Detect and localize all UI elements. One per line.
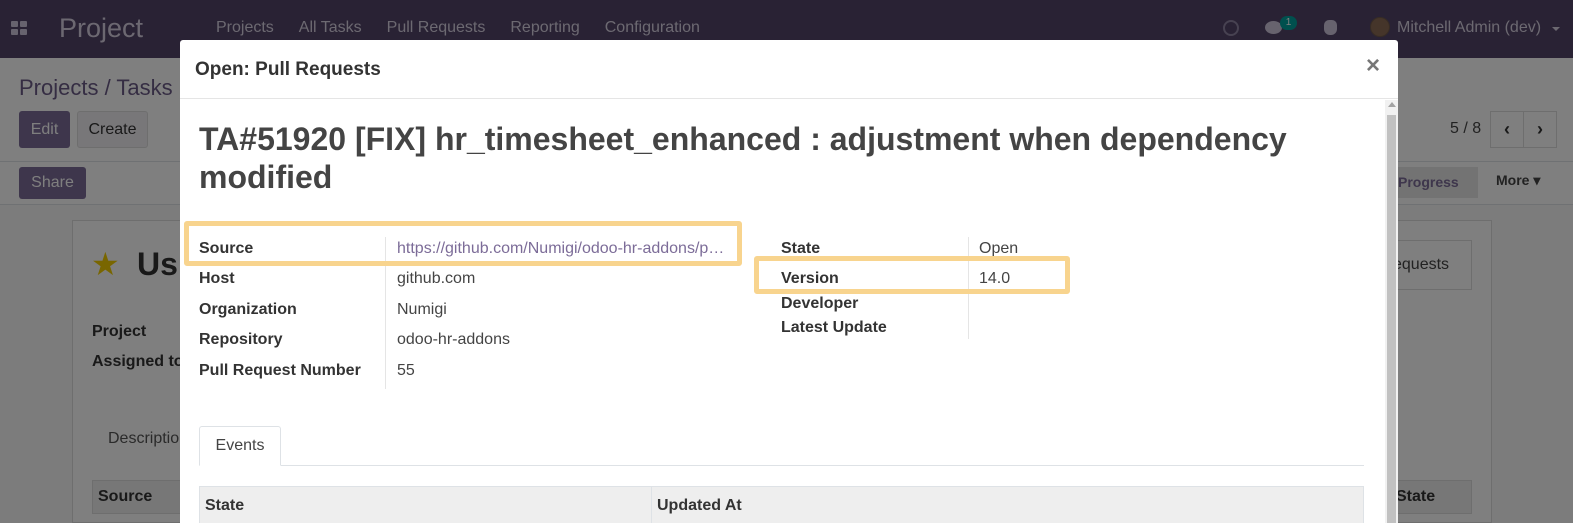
events-table-header: State Updated At — [199, 486, 1364, 523]
organization-value: Numigi — [397, 301, 447, 318]
source-highlight — [184, 221, 742, 266]
scroll-thumb[interactable] — [1387, 115, 1396, 523]
tab-events[interactable]: Events — [199, 426, 281, 466]
repository-label: Repository — [199, 331, 283, 348]
pull-request-number-label: Pull Request Number — [199, 362, 361, 379]
pull-request-number-value: 55 — [397, 362, 415, 379]
column-header-state[interactable]: State — [205, 497, 244, 515]
column-separator — [651, 487, 652, 523]
host-label: Host — [199, 270, 235, 287]
developer-label: Developer — [781, 295, 859, 312]
scroll-up-icon[interactable] — [1388, 102, 1396, 107]
modal-header: Open: Pull Requests × — [180, 40, 1398, 99]
host-value: github.com — [397, 270, 476, 287]
close-icon[interactable]: × — [1366, 54, 1380, 78]
modal-title: Open: Pull Requests — [195, 59, 381, 80]
repository-value: odoo-hr-addons — [397, 331, 510, 348]
version-highlight — [754, 256, 1070, 294]
pull-request-dialog: Open: Pull Requests × TA#51920 [FIX] hr_… — [180, 40, 1398, 523]
column-header-updated-at[interactable]: Updated At — [657, 497, 742, 515]
notebook-tabs-line — [199, 465, 1364, 466]
record-title: TA#51920 [FIX] hr_timesheet_enhanced : a… — [199, 121, 1287, 195]
organization-label: Organization — [199, 301, 297, 318]
scrollbar[interactable] — [1385, 100, 1398, 523]
latest-update-label: Latest Update — [781, 319, 887, 336]
